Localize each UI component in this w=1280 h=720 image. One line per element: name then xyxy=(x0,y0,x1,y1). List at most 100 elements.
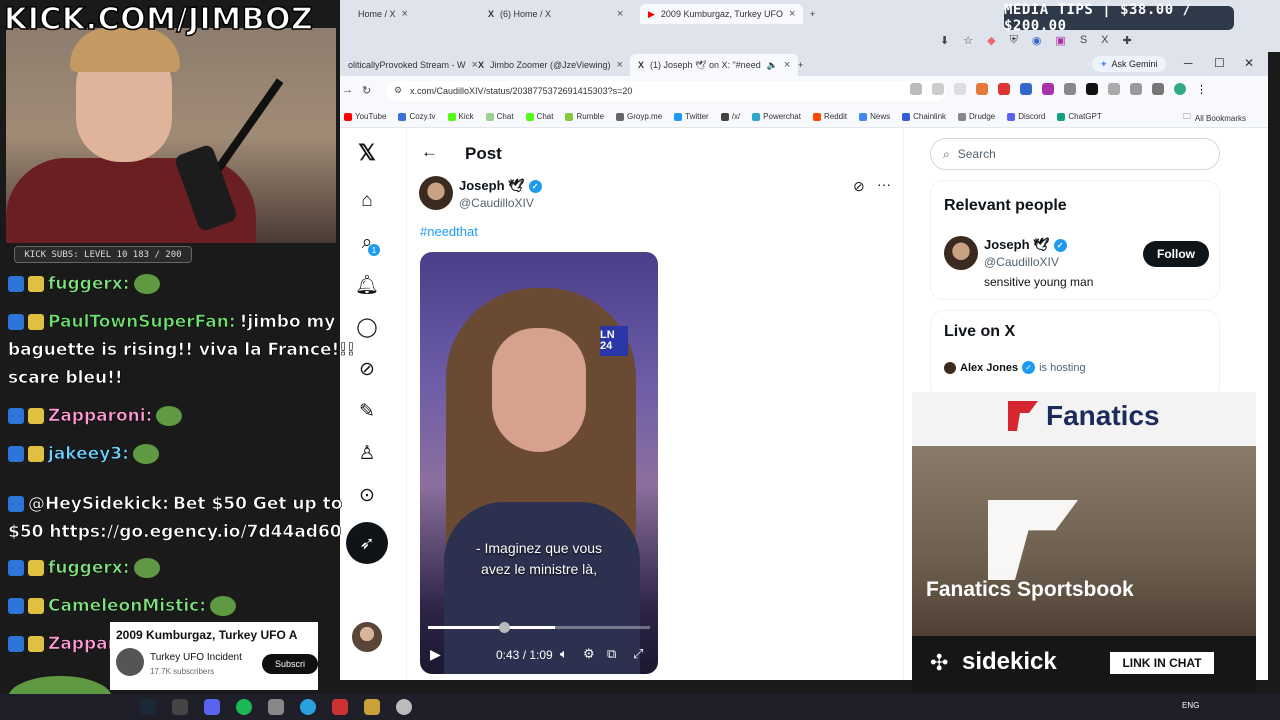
home-icon[interactable]: ⌂ xyxy=(356,190,378,212)
x-logo-icon[interactable] xyxy=(1086,83,1098,95)
back-arrow-icon[interactable]: ← xyxy=(421,142,438,162)
grok-icon[interactable]: ⊘ xyxy=(356,358,378,380)
discord-icon[interactable] xyxy=(204,699,220,715)
bookmark-item[interactable]: ChatGPT xyxy=(1057,112,1102,121)
bookmark-item[interactable]: Twitter xyxy=(674,112,709,121)
video-player[interactable]: LN 24 - Imaginez que vous avez le minist… xyxy=(420,252,658,674)
grok-icon[interactable]: ⊘ xyxy=(853,178,865,195)
back-tab-home-notifications[interactable]: X (6) Home / X × xyxy=(480,4,631,24)
maximize-icon[interactable]: ☐ xyxy=(1214,56,1225,70)
bookmark-item[interactable]: Kick xyxy=(447,112,474,121)
bookmark-item[interactable]: Cozy.tv xyxy=(398,112,436,121)
menu-dots-icon[interactable]: ⋮ xyxy=(1196,83,1207,96)
puzzle-icon[interactable] xyxy=(1108,83,1120,95)
chat-username[interactable]: Zapparoni: xyxy=(48,406,153,427)
app-icon[interactable] xyxy=(364,699,380,715)
install-icon[interactable] xyxy=(910,83,922,95)
search-input[interactable]: ⌕ Search xyxy=(930,138,1220,170)
media-icon[interactable] xyxy=(1130,83,1142,95)
bookmark-item[interactable]: Chat xyxy=(485,112,514,121)
extension-icon[interactable]: S xyxy=(1080,34,1087,47)
messages-icon[interactable]: ◯ xyxy=(356,316,378,338)
app-icon[interactable] xyxy=(332,699,348,715)
chat-username[interactable]: fuggerx: xyxy=(48,558,130,579)
extension-icon[interactable] xyxy=(1020,83,1032,95)
tab-joseph-post[interactable]: X (1) Joseph 🕊 on X: "#need 🔈 × xyxy=(630,54,799,76)
close-icon[interactable]: × xyxy=(789,8,795,20)
follow-button[interactable]: Follow xyxy=(1143,241,1209,267)
youtube-card[interactable]: 2009 Kumburgaz, Turkey UFO A Turkey UFO … xyxy=(110,622,318,690)
bookmark-item[interactable]: Chat xyxy=(525,112,553,121)
chat-username[interactable]: @HeySidekick: xyxy=(28,494,170,515)
hashtag-link[interactable]: #needthat xyxy=(420,224,478,239)
bell-icon[interactable]: 🔔︎ xyxy=(355,274,379,296)
close-window-icon[interactable]: ✕ xyxy=(1244,56,1254,70)
x-logo-icon[interactable]: X xyxy=(1101,34,1108,47)
zoom-icon[interactable] xyxy=(932,83,944,95)
picture-in-picture-icon[interactable]: ⧉ xyxy=(607,646,616,662)
play-icon[interactable]: ▶ xyxy=(430,646,441,663)
bookmark-item[interactable]: Drudge xyxy=(958,112,995,121)
settings-gear-icon[interactable]: ⚙ xyxy=(583,646,595,662)
extension-icon[interactable] xyxy=(1042,83,1054,95)
back-tab-home[interactable]: Home / X × xyxy=(350,4,416,24)
telegram-icon[interactable] xyxy=(300,699,316,715)
x-logo-icon[interactable]: 𝕏 xyxy=(356,140,378,165)
new-tab-button[interactable]: + xyxy=(802,4,823,24)
language-indicator[interactable]: ENG xyxy=(1182,701,1199,710)
bookmark-item[interactable]: Reddit xyxy=(812,112,847,121)
shield-icon[interactable] xyxy=(998,83,1010,95)
bookmark-item[interactable]: YouTube xyxy=(344,112,386,121)
new-tab-button[interactable]: + xyxy=(790,54,811,76)
bookmark-item[interactable]: /x/ xyxy=(720,112,740,121)
install-icon[interactable]: ⬇ xyxy=(940,34,949,47)
author-avatar[interactable] xyxy=(419,176,453,210)
subscribe-button[interactable]: Subscri xyxy=(262,654,318,674)
video-progress-bar[interactable] xyxy=(428,622,650,633)
volume-icon[interactable]: 🔈︎ xyxy=(560,646,568,662)
relevant-avatar[interactable] xyxy=(944,236,978,270)
relevant-handle[interactable]: @CaudilloXIV xyxy=(984,255,1059,269)
tab-jimbo-zoomer[interactable]: X Jimbo Zoomer (@JzeViewing) × xyxy=(470,54,631,76)
author-name[interactable]: Joseph 🕊 ✓ xyxy=(459,178,542,194)
app-icon[interactable] xyxy=(268,699,284,715)
star-icon[interactable] xyxy=(954,83,966,95)
compose-post-button[interactable]: ➶ xyxy=(346,522,388,564)
metamask-icon[interactable] xyxy=(976,83,988,95)
bookmark-item[interactable]: Powerchat xyxy=(752,112,801,121)
close-icon[interactable]: × xyxy=(617,59,623,71)
chat-username[interactable]: jakeey3: xyxy=(48,444,130,465)
app-icon[interactable] xyxy=(396,699,412,715)
relevant-name[interactable]: Joseph 🕊 ✓ xyxy=(984,237,1067,253)
puzzle-icon[interactable]: ✚ xyxy=(1123,34,1132,47)
extension-icon[interactable]: ◉ xyxy=(1032,34,1042,47)
bookmark-item[interactable]: Groyp.me xyxy=(616,112,662,121)
bookmark-item[interactable]: Rumble xyxy=(565,112,604,121)
shield-icon[interactable]: ⛨ xyxy=(1010,34,1018,47)
extension-icon[interactable]: ▣ xyxy=(1055,34,1065,47)
star-icon[interactable]: ☆ xyxy=(963,34,973,47)
profile-avatar-icon[interactable] xyxy=(1174,83,1186,95)
sidebar-icon[interactable] xyxy=(1152,83,1164,95)
terminal-icon[interactable] xyxy=(172,699,188,715)
bookmark-item[interactable]: News xyxy=(859,112,890,121)
account-avatar[interactable] xyxy=(350,620,384,654)
minimize-icon[interactable]: ─ xyxy=(1184,56,1193,70)
channel-name[interactable]: Turkey UFO Incident xyxy=(150,652,242,663)
spotify-icon[interactable] xyxy=(236,699,252,715)
back-tab-ufo[interactable]: ▶ 2009 Kumburgaz, Turkey UFO × xyxy=(640,4,804,24)
chat-username[interactable]: fuggerx: xyxy=(48,274,130,295)
chat-username[interactable]: PaulTownSuperFan: xyxy=(48,312,236,333)
steam-icon[interactable] xyxy=(140,699,156,715)
extension-icon[interactable]: ◆ xyxy=(987,34,995,47)
more-icon[interactable]: ⊙ xyxy=(356,484,378,506)
forward-icon[interactable]: → xyxy=(342,84,353,96)
all-bookmarks-button[interactable]: 🗀 All Bookmarks xyxy=(1183,111,1246,125)
url-input[interactable]: ⚙ x.com/CaudilloXIV/status/2038775372691… xyxy=(386,81,946,101)
reload-icon[interactable]: ↻ xyxy=(362,84,371,97)
close-icon[interactable]: × xyxy=(402,8,408,20)
profile-icon[interactable]: ♙ xyxy=(356,442,378,464)
close-icon[interactable]: × xyxy=(617,8,623,20)
channel-avatar[interactable] xyxy=(116,648,144,676)
chat-username[interactable]: CameleonMistic: xyxy=(48,596,207,617)
